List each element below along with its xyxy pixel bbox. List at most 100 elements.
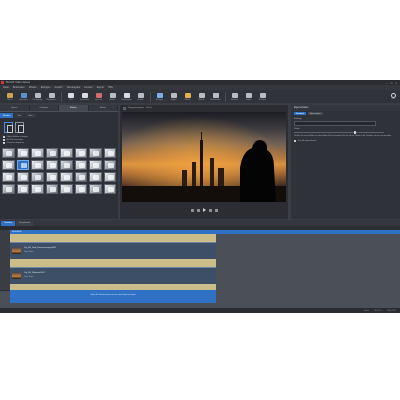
effect-thumbnail[interactable]: [60, 184, 73, 195]
effect-thumbnail[interactable]: [2, 148, 15, 159]
toolbar-button[interactable]: Rückgängig: [31, 92, 44, 101]
checkbox-icon[interactable]: [294, 140, 296, 143]
toolbar-button[interactable]: Öffnen: [3, 92, 16, 101]
track-header[interactable]: [0, 246, 10, 261]
toolbar-button[interactable]: Gruppe: [167, 92, 180, 101]
subtab-transitions[interactable]: Blenden: [0, 113, 14, 118]
effect-thumbnail[interactable]: [45, 184, 58, 195]
toolbar-button[interactable]: Ausblenden: [209, 92, 222, 101]
to-start-button[interactable]: [190, 208, 194, 212]
preset-frame-2[interactable]: [15, 122, 24, 133]
tab-templates[interactable]: Vorlagen: [29, 105, 59, 111]
effect-preview-icon: [49, 187, 56, 193]
effect-thumbnail[interactable]: [103, 184, 116, 195]
tab-audio[interactable]: Audio: [88, 105, 118, 111]
menu-effects[interactable]: Effekte: [29, 86, 37, 89]
effect-thumbnail[interactable]: [60, 172, 73, 183]
effect-thumbnail[interactable]: [89, 160, 102, 171]
tab-storyboard[interactable]: Storyboard: [16, 220, 33, 226]
toolbar-button[interactable]: Effekte: [181, 92, 194, 101]
effect-thumbnail[interactable]: [89, 148, 102, 159]
effect-preview-icon: [6, 151, 12, 157]
toolbar-button[interactable]: Modus: [134, 92, 147, 101]
minimize-button[interactable]: –: [386, 81, 388, 85]
strength-slider[interactable]: [294, 131, 384, 134]
video-clip[interactable]: Clip_002_Silhouette.MOV Video / Audio: [10, 267, 216, 285]
effect-thumbnail[interactable]: [60, 160, 73, 171]
close-button[interactable]: ×: [395, 81, 397, 85]
menu-playback[interactable]: Wiedergabe: [67, 86, 80, 89]
effect-thumbnail[interactable]: [74, 184, 87, 195]
toolbar-button[interactable]: Titel: [64, 92, 77, 101]
preview-image: [122, 112, 286, 202]
effect-thumbnail[interactable]: [103, 172, 116, 183]
effect-thumbnail[interactable]: [45, 172, 58, 183]
effect-thumbnail[interactable]: [31, 160, 44, 171]
video-clip[interactable]: Clip_001_Stadt_Sonnenuntergang.MOV Video…: [10, 242, 216, 260]
toolbar-button-label: Einfügen: [155, 98, 164, 101]
maximize-button[interactable]: □: [390, 81, 392, 85]
slider-handle[interactable]: [354, 131, 356, 134]
effect-thumbnail[interactable]: [89, 184, 102, 195]
menu-help[interactable]: Hilfe: [108, 86, 113, 89]
effect-thumbnail[interactable]: [74, 148, 87, 159]
toolbar-button[interactable]: Brennen: [256, 92, 269, 101]
effect-thumbnail[interactable]: [74, 160, 87, 171]
rewind-button[interactable]: [196, 208, 200, 212]
audio-waveform-band[interactable]: [10, 259, 216, 267]
toolbar-button[interactable]: Wiederherst.: [45, 92, 58, 101]
menu-edit[interactable]: Bearbeiten: [13, 86, 25, 89]
menu-window[interactable]: Fenster: [84, 86, 92, 89]
preset-frame-1[interactable]: [4, 122, 13, 133]
tab-import[interactable]: Import: [0, 105, 30, 111]
track-header[interactable]: [0, 260, 10, 275]
effect-thumbnail[interactable]: [74, 172, 87, 183]
audio-waveform-band[interactable]: [10, 234, 216, 242]
effect-thumbnail[interactable]: [31, 184, 44, 195]
track-header[interactable]: [0, 274, 10, 291]
preview-screen[interactable]: [122, 112, 286, 202]
toolbar-button[interactable]: Export: [242, 92, 255, 101]
effect-preview-icon: [78, 175, 85, 181]
help-button[interactable]: Hilfe: [391, 93, 396, 100]
menu-file[interactable]: Datei: [3, 86, 9, 89]
toolbar-button[interactable]: Einfügen: [153, 92, 166, 101]
effect-thumbnail[interactable]: [16, 148, 29, 159]
menu-insert[interactable]: Einfügen: [41, 86, 51, 89]
toolbar-button[interactable]: Schneiden: [78, 92, 91, 101]
subtab-titles[interactable]: Titel: [14, 113, 25, 118]
toolbar-button[interactable]: Marker: [106, 92, 119, 101]
apply-button[interactable]: Übernehmen: [307, 111, 323, 116]
toolbar-button[interactable]: Speicher: [228, 92, 241, 101]
toolbar-button-label: Ausblenden: [210, 98, 221, 101]
toolbar-button[interactable]: Löschen: [92, 92, 105, 101]
forward-button[interactable]: [208, 208, 212, 212]
effect-thumbnail[interactable]: [2, 184, 15, 195]
menu-export[interactable]: Export: [97, 86, 104, 89]
effect-thumbnail[interactable]: [89, 172, 102, 183]
effect-thumbnail[interactable]: [2, 160, 15, 171]
effect-thumbnail[interactable]: [31, 172, 44, 183]
effect-thumbnail[interactable]: [60, 148, 73, 159]
effect-thumbnail[interactable]: [16, 160, 29, 171]
effect-thumbnail[interactable]: [103, 160, 116, 171]
to-end-button[interactable]: [214, 208, 218, 212]
subtab-deco[interactable]: Deko: [25, 113, 36, 118]
zoom-select[interactable]: 100 %: [146, 107, 152, 109]
toolbar-button[interactable]: Wiedergabe: [120, 92, 133, 101]
menu-view[interactable]: Ansicht: [55, 86, 63, 89]
play-button[interactable]: [202, 208, 206, 212]
default-button[interactable]: Standard: [294, 111, 306, 116]
effect-thumbnail[interactable]: [2, 172, 15, 183]
effect-thumbnail[interactable]: [16, 172, 29, 183]
toolbar-button[interactable]: Blende: [195, 92, 208, 101]
toolbar-button[interactable]: Speichern: [17, 92, 30, 101]
tab-timeline[interactable]: Timeline: [1, 220, 16, 226]
tab-effects[interactable]: Effekte: [59, 105, 89, 111]
effect-thumbnail[interactable]: [45, 160, 58, 171]
effect-thumbnail[interactable]: [16, 184, 29, 195]
effect-thumbnail[interactable]: [103, 148, 116, 159]
drop-zone[interactable]: Ziehen Sie Dateien hierher, um sie in da…: [10, 290, 216, 303]
effect-thumbnail[interactable]: [31, 148, 44, 159]
effect-thumbnail[interactable]: [45, 148, 58, 159]
